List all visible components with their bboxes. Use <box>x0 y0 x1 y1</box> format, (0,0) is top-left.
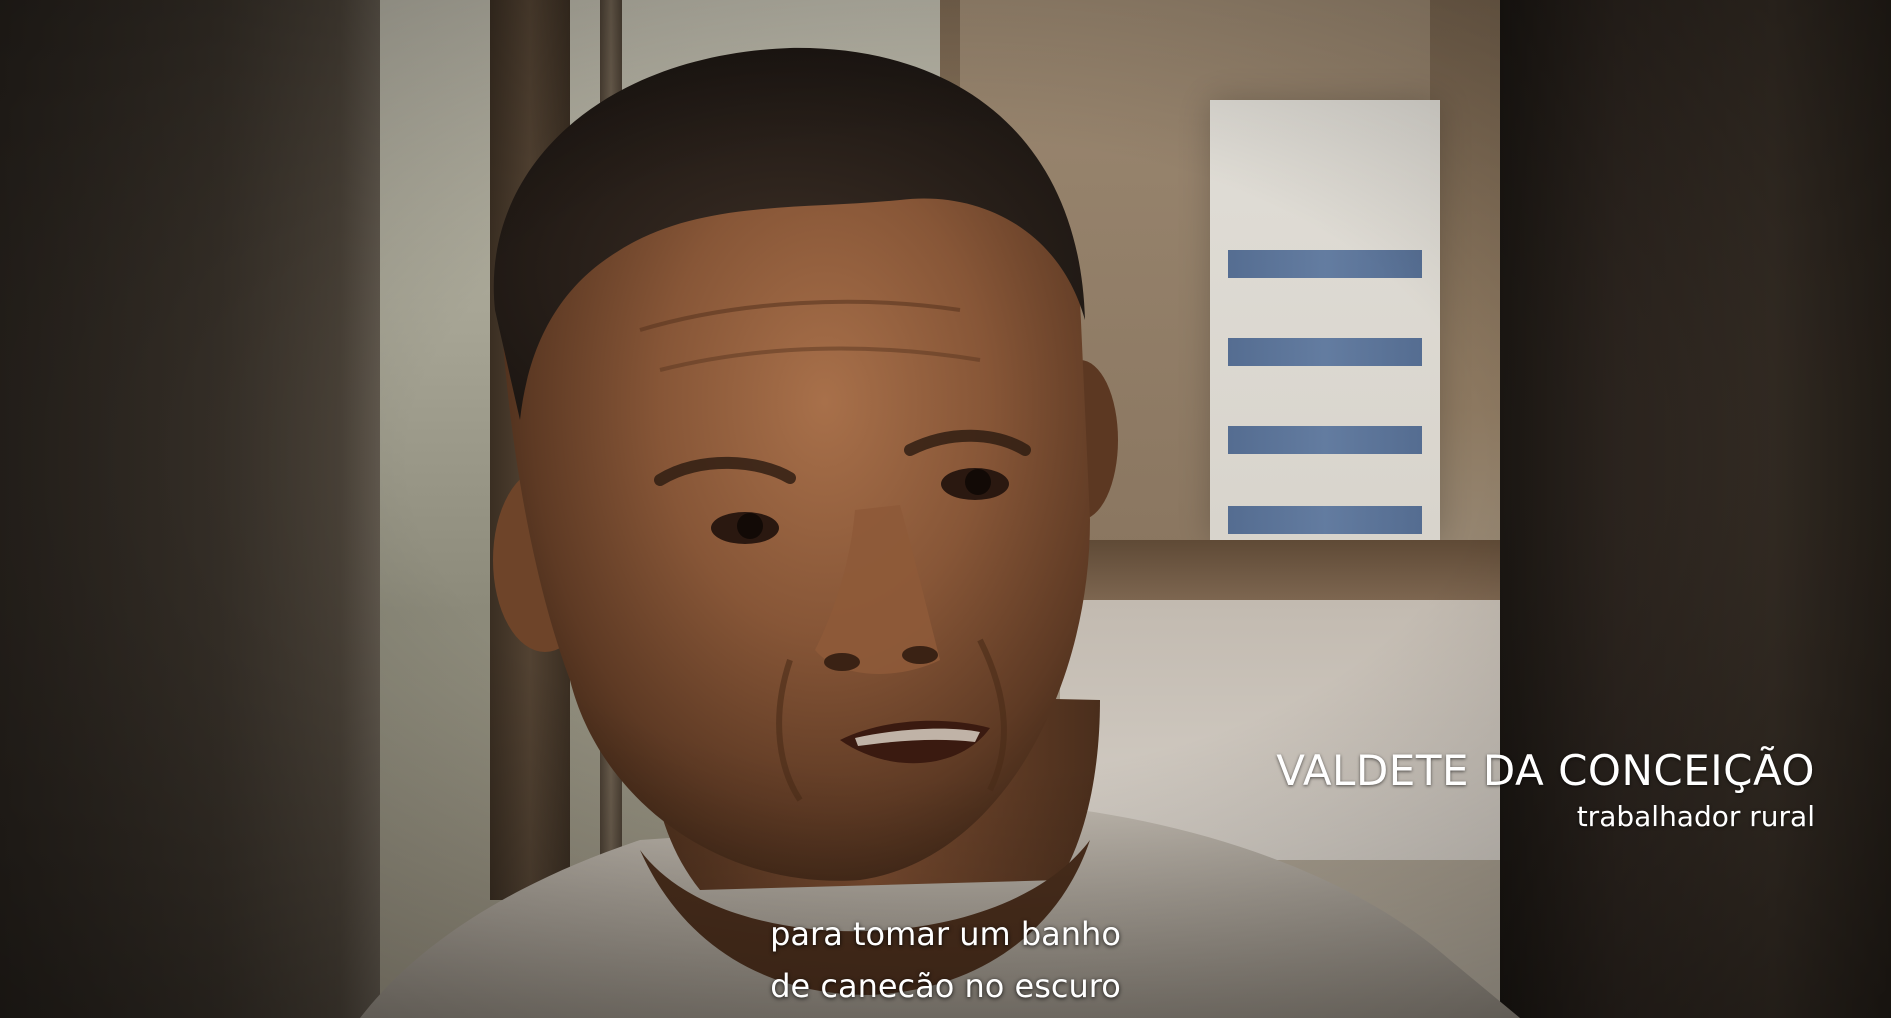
subtitle-line: de canecão no escuro <box>770 967 1121 1005</box>
interviewee-name: VALDETE DA CONCEIÇÃO <box>1276 746 1815 795</box>
lower-third: VALDETE DA CONCEIÇÃO trabalhador rural <box>1276 746 1815 834</box>
subtitle-line: para tomar um banho <box>770 915 1121 953</box>
interviewee-role: trabalhador rural <box>1576 800 1815 834</box>
subtitle-caption: para tomar um banho de canecão no escuro <box>0 908 1891 1012</box>
video-frame: VALDETE DA CONCEIÇÃO trabalhador rural p… <box>0 0 1891 1018</box>
vignette-overlay <box>0 0 1891 1018</box>
